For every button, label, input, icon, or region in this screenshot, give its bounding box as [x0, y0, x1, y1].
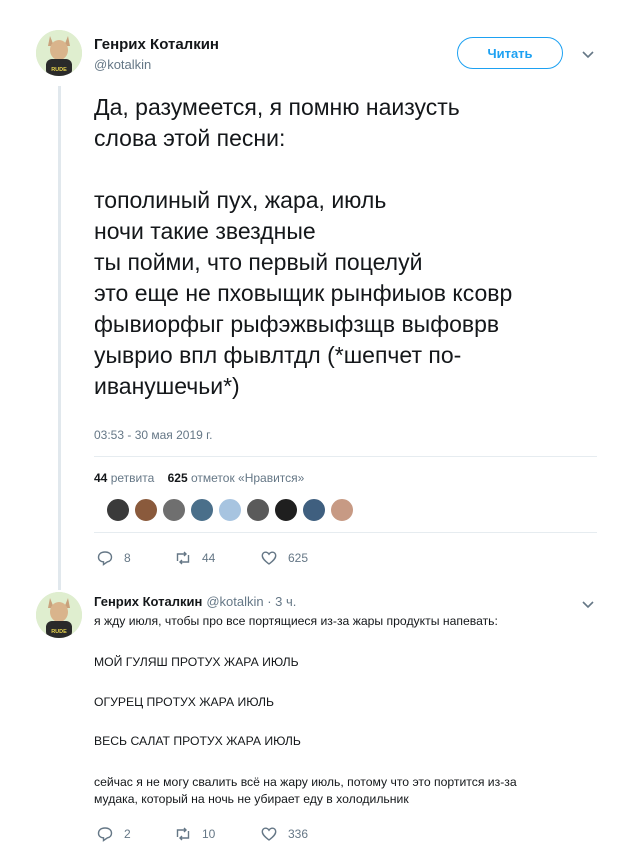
author-avatar[interactable]: RUDE [36, 30, 82, 76]
liker-avatar[interactable] [274, 498, 298, 522]
reply-actions: 2 10 336 [96, 825, 308, 843]
stats-divider-bottom [94, 532, 597, 533]
likes-count[interactable]: 625 [168, 471, 188, 485]
liker-avatar[interactable] [218, 498, 242, 522]
reply-author-avatar[interactable]: RUDE [36, 592, 82, 638]
liker-avatar[interactable] [246, 498, 270, 522]
liker-avatar[interactable] [134, 498, 158, 522]
retweet-count: 44 [202, 551, 216, 565]
liker-avatar[interactable] [330, 498, 354, 522]
tweet-actions: 8 44 625 [96, 549, 308, 567]
likes-label[interactable]: отметок «Нравится» [191, 471, 304, 485]
heart-icon [261, 827, 277, 841]
reply-author-handle[interactable]: @kotalkin · 3 ч. [206, 594, 296, 609]
avatar-image: RUDE [36, 30, 82, 76]
retweet-icon [176, 551, 190, 565]
reply-avatar-image: RUDE [36, 592, 82, 638]
stats-divider-top [94, 456, 597, 457]
like-count: 625 [288, 551, 309, 565]
liker-avatar[interactable] [106, 498, 130, 522]
retweet-icon [176, 827, 190, 841]
reply-reply-count: 2 [124, 827, 131, 841]
reply-retweet-action[interactable]: 10 [174, 825, 260, 843]
avatar-badge-text: RUDE [51, 67, 67, 73]
reply-paragraph: я жду июля, чтобы про все портящиеся из-… [94, 614, 498, 628]
reply-avatar-badge-text: RUDE [51, 629, 67, 635]
retweets-label[interactable]: ретвита [111, 471, 155, 485]
tweet-timestamp[interactable]: 03:53 - 30 мая 2019 г. [94, 428, 212, 442]
liker-avatar[interactable] [190, 498, 214, 522]
reply-count: 8 [124, 551, 131, 565]
like-action[interactable]: 625 [260, 549, 308, 567]
reply-reply-action[interactable]: 2 [96, 825, 174, 843]
reply-retweet-count: 10 [202, 827, 216, 841]
engagement-stats: 44 ретвита 625 отметок «Нравится» [94, 471, 304, 485]
retweet-action[interactable]: 44 [174, 549, 260, 567]
tweet-text: Да, разумеется, я помню наизусть слова э… [94, 94, 513, 399]
reply-author-name[interactable]: Генрих Коталкин [94, 594, 202, 609]
heart-icon [261, 551, 277, 565]
reply-chevron-down-icon[interactable] [580, 596, 596, 612]
likers-avatars [106, 498, 358, 522]
liker-avatar[interactable] [162, 498, 186, 522]
reply-paragraph: ВЕСЬ САЛАТ ПРОТУХ ЖАРА ИЮЛЬ [94, 734, 301, 748]
reply-paragraph: ОГУРЕЦ ПРОТУХ ЖАРА ИЮЛЬ [94, 695, 275, 709]
author-name[interactable]: Генрих Коталкин [94, 36, 219, 53]
follow-button[interactable]: Читать [457, 37, 563, 69]
reply-action[interactable]: 8 [96, 549, 174, 567]
thread-connector-line [58, 86, 61, 590]
follow-button-label: Читать [487, 45, 533, 61]
reply-like-action[interactable]: 336 [260, 825, 308, 843]
reply-paragraph: сейчас я не могу свалить всё на жару июл… [94, 775, 517, 806]
chevron-down-icon[interactable] [580, 46, 596, 62]
reply-icon [97, 827, 113, 842]
reply-paragraph: МОЙ ГУЛЯШ ПРОТУХ ЖАРА ИЮЛЬ [94, 655, 299, 669]
reply-like-count: 336 [288, 827, 309, 841]
liker-avatar[interactable] [302, 498, 326, 522]
author-handle[interactable]: @kotalkin [94, 57, 151, 72]
reply-header: Генрих Коталкин @kotalkin · 3 ч. [94, 594, 296, 609]
reply-icon [97, 551, 113, 566]
retweets-count[interactable]: 44 [94, 471, 107, 485]
